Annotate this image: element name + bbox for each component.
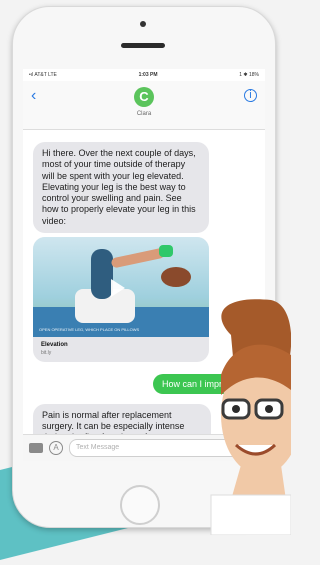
play-icon[interactable] (111, 278, 125, 297)
link-details[interactable]: Elevation bit.ly (33, 337, 209, 362)
status-time: 1:03 PM (138, 72, 158, 78)
cartoon-character (210, 299, 291, 535)
character-eye-right (265, 405, 273, 413)
conversation-header: ‹ C Clara i (23, 81, 265, 130)
earpiece-speaker (121, 43, 165, 48)
app-store-icon[interactable]: A (49, 441, 63, 455)
battery-label: 1 ✱ 18% (239, 72, 259, 78)
video-leg (110, 247, 166, 269)
contact-name: Clara (136, 111, 152, 117)
character-eye-left (232, 405, 240, 413)
link-title: Elevation (41, 341, 68, 348)
status-bar: •ıl AT&T LTE 1:03 PM 1 ✱ 18% (23, 69, 265, 81)
back-chevron-icon[interactable]: ‹ (31, 87, 36, 105)
character-shirt (210, 494, 291, 535)
video-link-preview[interactable]: OPEN OPERATIVE LEG, WHICH PLACE ON PILLO… (33, 236, 209, 362)
carrier-label: •ıl AT&T LTE (29, 72, 57, 78)
video-person (91, 248, 113, 299)
front-camera (140, 21, 146, 27)
video-shoe (159, 244, 173, 257)
link-domain: bit.ly (41, 349, 52, 356)
video-ball (161, 266, 191, 287)
avatar[interactable]: C (134, 87, 154, 107)
video-thumbnail[interactable]: OPEN OPERATIVE LEG, WHICH PLACE ON PILLO… (33, 236, 209, 337)
home-button[interactable] (120, 485, 160, 525)
video-caption: OPEN OPERATIVE LEG, WHICH PLACE ON PILLO… (39, 326, 140, 332)
incoming-message-1: Hi there. Over the next couple of days, … (33, 142, 209, 233)
camera-icon[interactable] (29, 443, 43, 453)
info-icon[interactable]: i (244, 89, 257, 102)
